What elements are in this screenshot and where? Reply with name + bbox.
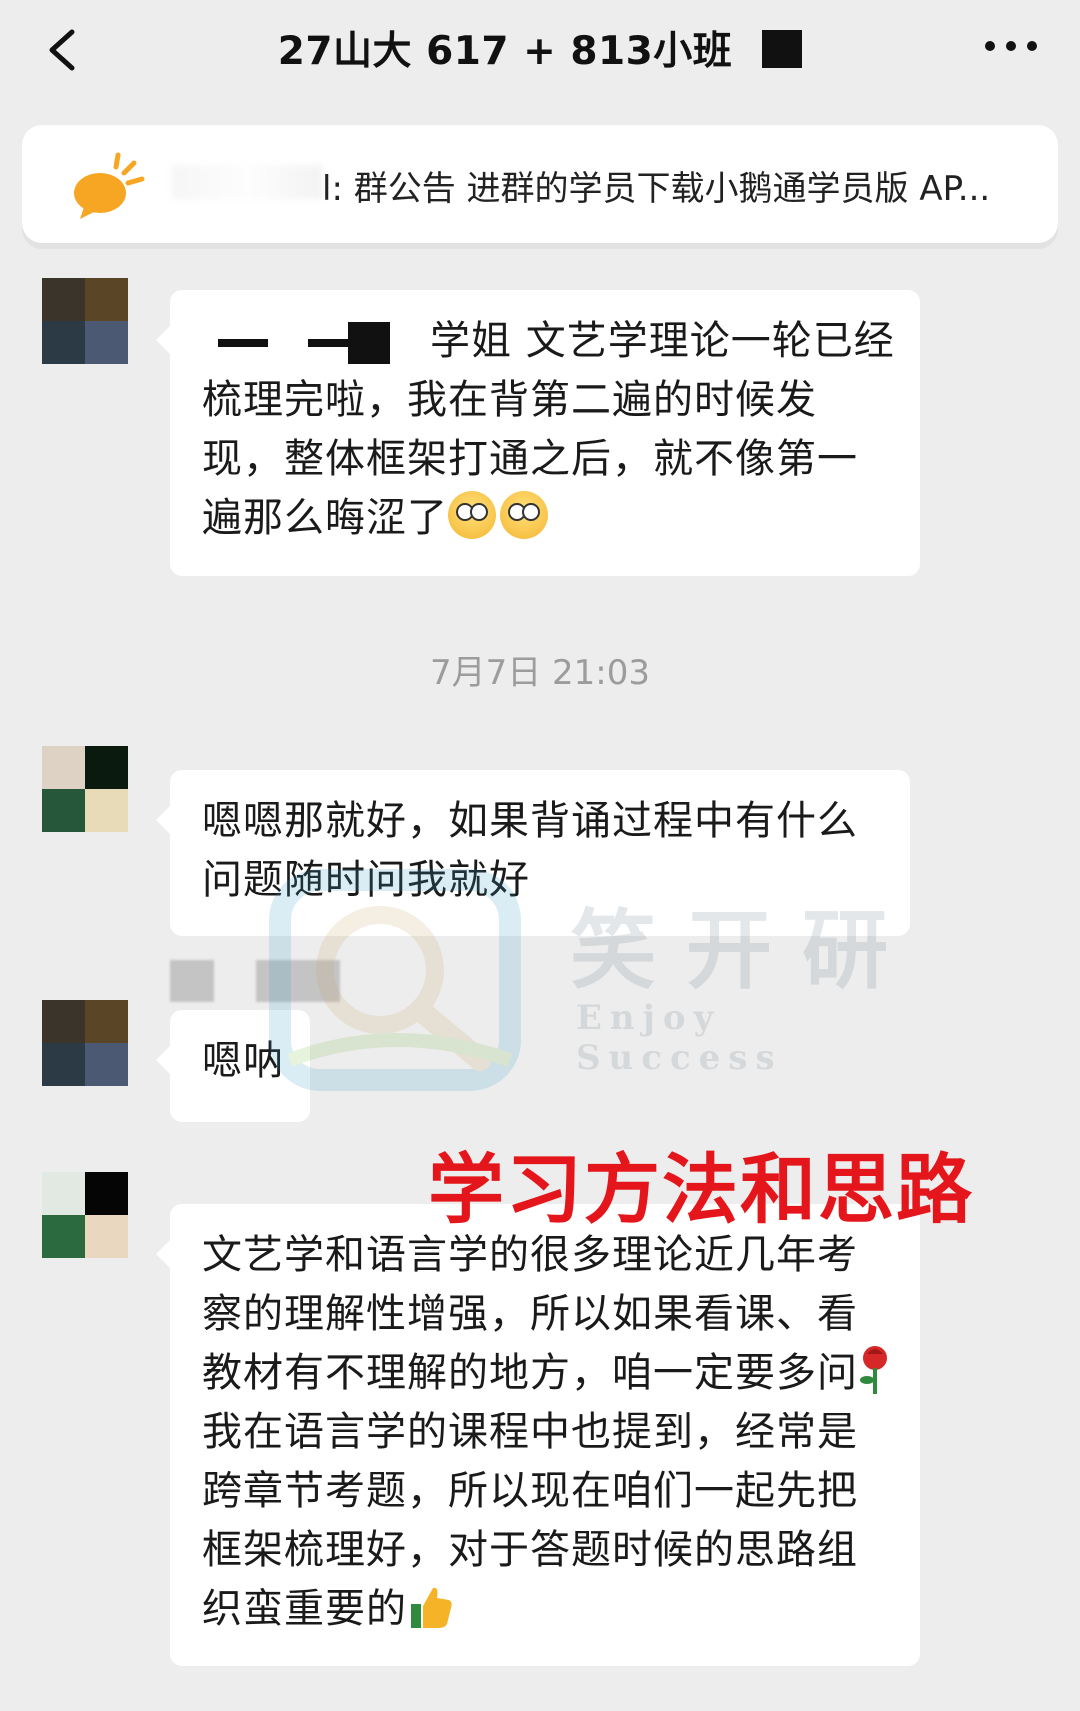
emoji-icon [500, 491, 548, 539]
avatar[interactable] [42, 1172, 128, 1258]
avatar[interactable] [42, 746, 128, 832]
thumbs-up-emoji-icon [411, 1587, 452, 1628]
notice-sender-redaction [172, 165, 322, 199]
avatar[interactable] [42, 278, 128, 364]
chat-title: 27山大 617 + 813小班 [150, 20, 930, 76]
title-redaction [762, 30, 803, 68]
more-button[interactable] [976, 20, 1046, 72]
chat-title-text: 27山大 617 + 813小班 [277, 29, 733, 74]
nickname-redaction [170, 960, 214, 1002]
more-dots-icon [985, 41, 1037, 51]
message-text: 嗯呐 [202, 1038, 284, 1084]
rose-emoji-icon [860, 1346, 887, 1394]
nickname-redaction [256, 960, 340, 1002]
message-content: 学姐 文艺学理论一轮已经梳理完啦，我在背第二遍的时候发现，整体框架打通之后，就不… [202, 318, 895, 541]
message-content: 我在语言学的课程中也提到，经常是跨章节考题，所以现在咱们一起先把框架梳理好，对于… [202, 1409, 858, 1632]
message-bubble[interactable]: 学姐 文艺学理论一轮已经梳理完啦，我在背第二遍的时候发现，整体框架打通之后，就不… [156, 290, 920, 576]
message-content: 文艺学和语言学的很多理论近几年考察的理解性增强，所以如果看课、看教材有不理解的地… [202, 1232, 858, 1396]
mention-redaction [218, 339, 268, 347]
notice-text: l: 群公告 进群的学员下载小鹅通学员版 AP... [322, 169, 991, 209]
chat-header: 27山大 617 + 813小班 [0, 0, 1080, 96]
emoji-icon [448, 491, 496, 539]
message-bubble[interactable]: 文艺学和语言学的很多理论近几年考察的理解性增强，所以如果看课、看教材有不理解的地… [156, 1204, 920, 1666]
message-bubble[interactable]: 嗯呐 [156, 1010, 310, 1122]
message-text: 文艺学和语言学的很多理论近几年考察的理解性增强，所以如果看课、看教材有不理解的地… [202, 1226, 896, 1639]
announcement-icon [74, 152, 145, 219]
mention-redaction [308, 339, 348, 347]
overlay-caption: 学习方法和思路 [428, 1145, 974, 1234]
timestamp: 7月7日 21:03 [429, 653, 651, 693]
group-notice-bar[interactable]: l: 群公告 进群的学员下载小鹅通学员版 AP... [22, 125, 1058, 243]
message-bubble[interactable]: 嗯嗯那就好，如果背诵过程中有什么问题随时问我就好 [156, 770, 910, 936]
mention-redaction [348, 322, 390, 364]
chevron-left-icon [49, 29, 75, 71]
message-text: 嗯嗯那就好，如果背诵过程中有什么问题随时问我就好 [202, 798, 858, 903]
watermark-en: Enjoy Success [576, 998, 783, 1078]
message-text: 学姐 文艺学理论一轮已经梳理完啦，我在背第二遍的时候发现，整体框架打通之后，就不… [202, 312, 896, 548]
avatar[interactable] [42, 1000, 128, 1086]
back-button[interactable] [36, 22, 96, 78]
